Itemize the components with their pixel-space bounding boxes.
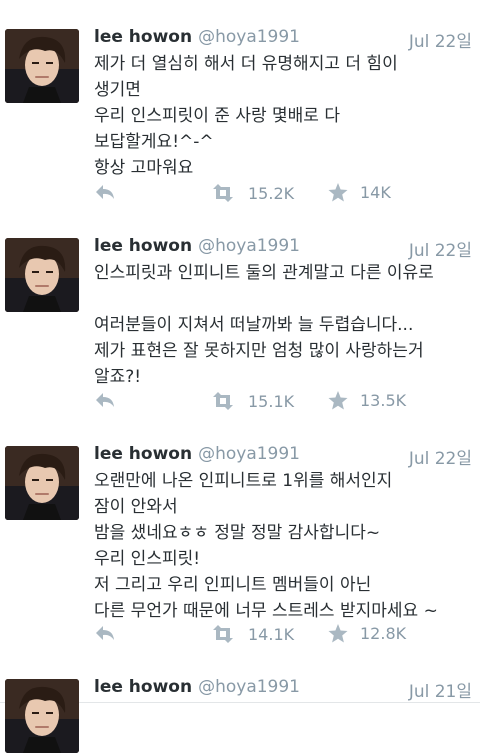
- tweet-actions: 15.1K 13.5K: [94, 391, 480, 417]
- tweet-actions: 14.1K 12.8K: [94, 624, 480, 650]
- tweet-text-line: 보답할게요!^-^: [94, 132, 214, 152]
- author-name[interactable]: lee howon @hoya1991: [94, 444, 300, 464]
- avatar[interactable]: [5, 446, 79, 520]
- favorite-count: 12.8K: [360, 624, 407, 643]
- reply-button[interactable]: [94, 183, 116, 201]
- retweet-button[interactable]: 15.1K: [210, 391, 294, 411]
- reply-icon: [94, 624, 116, 642]
- favorite-count: 13.5K: [360, 391, 407, 410]
- avatar[interactable]: [5, 29, 79, 103]
- tweet-text-line: [94, 286, 472, 312]
- retweet-count: 15.1K: [248, 391, 295, 411]
- tweet-text-line: 생기면: [94, 80, 141, 100]
- tweet-card[interactable]: lee howon @hoya1991 Jul 21일: [0, 662, 480, 753]
- star-icon: [328, 183, 348, 202]
- retweet-button[interactable]: 15.2K: [210, 183, 294, 203]
- display-name: lee howon: [94, 677, 193, 697]
- tweet-text-line: 제가 표현은 잘 못하지만 엄청 많이 사랑하는거: [94, 341, 424, 361]
- tweet-text-line: 인스피릿과 인피니트 둘의 관계말고 다른 이유로: [94, 263, 434, 283]
- display-name: lee howon: [94, 236, 193, 256]
- tweet-text-line: 여러분들이 지쳐서 떠날까봐 늘 두렵습니다...: [94, 315, 414, 335]
- tweet-text-line: 오랜만에 나온 인피니트로 1위를 해서인지: [94, 471, 393, 491]
- tweet-text-line: 저 그리고 우리 인피니트 멤버들이 아닌: [94, 575, 372, 595]
- user-handle: @hoya1991: [198, 677, 300, 697]
- tweet-card[interactable]: lee howon @hoya1991 Jul 22일 제가 더 열심히 해서 더 유…: [0, 12, 480, 222]
- display-name: lee howon: [94, 27, 193, 47]
- tweet-text: 제가 더 열심히 해서 더 유명해지고 더 힘이생기면우리 인스피릿이 준 사랑…: [94, 51, 472, 181]
- favorite-button[interactable]: 13.5K: [328, 391, 406, 410]
- tweet-text-line: 우리 인스피릿!: [94, 549, 201, 569]
- tweet-card[interactable]: lee howon @hoya1991 Jul 22일 오랜만에 나온 인피니트로 1…: [0, 429, 480, 663]
- user-handle: @hoya1991: [198, 27, 300, 47]
- avatar[interactable]: [5, 679, 79, 753]
- reply-icon: [94, 183, 116, 201]
- tweet-text-line: 다른 무언가 때문에 너무 스트레스 받지마세요 ~: [94, 601, 438, 621]
- tweet-date[interactable]: Jul 22일: [409, 444, 472, 469]
- retweet-icon: [210, 391, 236, 411]
- retweet-button[interactable]: 14.1K: [210, 624, 294, 644]
- retweet-count: 14.1K: [248, 624, 295, 644]
- star-icon: [328, 391, 348, 410]
- tweet-card[interactable]: lee howon @hoya1991 Jul 22일 인스피릿과 인피니트 둘의 관…: [0, 221, 480, 430]
- tweet-text: 오랜만에 나온 인피니트로 1위를 해서인지잠이 안와서밤을 샜네요ㅎㅎ 정말 …: [94, 468, 472, 624]
- tweet-text-line: 항상 고마워요: [94, 158, 194, 178]
- author-name[interactable]: lee howon @hoya1991: [94, 236, 300, 256]
- tweet-text-line: 밤을 샜네요ㅎㅎ 정말 정말 감사합니다~: [94, 523, 381, 543]
- favorite-button[interactable]: 12.8K: [328, 624, 406, 643]
- tweet-date[interactable]: Jul 22일: [409, 27, 472, 52]
- reply-icon: [94, 391, 116, 409]
- display-name: lee howon: [94, 444, 193, 464]
- star-icon: [328, 624, 348, 643]
- tweet-text-line: 알죠?!: [94, 367, 142, 387]
- tweet-text-line: 우리 인스피릿이 준 사랑 몇배로 다: [94, 106, 340, 126]
- tweet-text-line: 잠이 안와서: [94, 497, 178, 517]
- author-name[interactable]: lee howon @hoya1991: [94, 27, 300, 47]
- user-handle: @hoya1991: [198, 444, 300, 464]
- author-name[interactable]: lee howon @hoya1991: [94, 677, 300, 697]
- reply-button[interactable]: [94, 391, 116, 409]
- favorite-count: 14K: [360, 183, 391, 202]
- avatar[interactable]: [5, 238, 79, 312]
- retweet-icon: [210, 624, 236, 644]
- favorite-button[interactable]: 14K: [328, 183, 391, 202]
- user-handle: @hoya1991: [198, 236, 300, 256]
- retweet-icon: [210, 183, 236, 203]
- tweet-date[interactable]: Jul 22일: [409, 236, 472, 261]
- tweet-text-line: 제가 더 열심히 해서 더 유명해지고 더 힘이: [94, 54, 398, 74]
- retweet-count: 15.2K: [248, 183, 295, 203]
- tweet-text: 인스피릿과 인피니트 둘의 관계말고 다른 이유로여러분들이 지쳐서 떠날까봐 …: [94, 260, 472, 390]
- reply-button[interactable]: [94, 624, 116, 642]
- tweet-actions: 15.2K 14K: [94, 183, 480, 209]
